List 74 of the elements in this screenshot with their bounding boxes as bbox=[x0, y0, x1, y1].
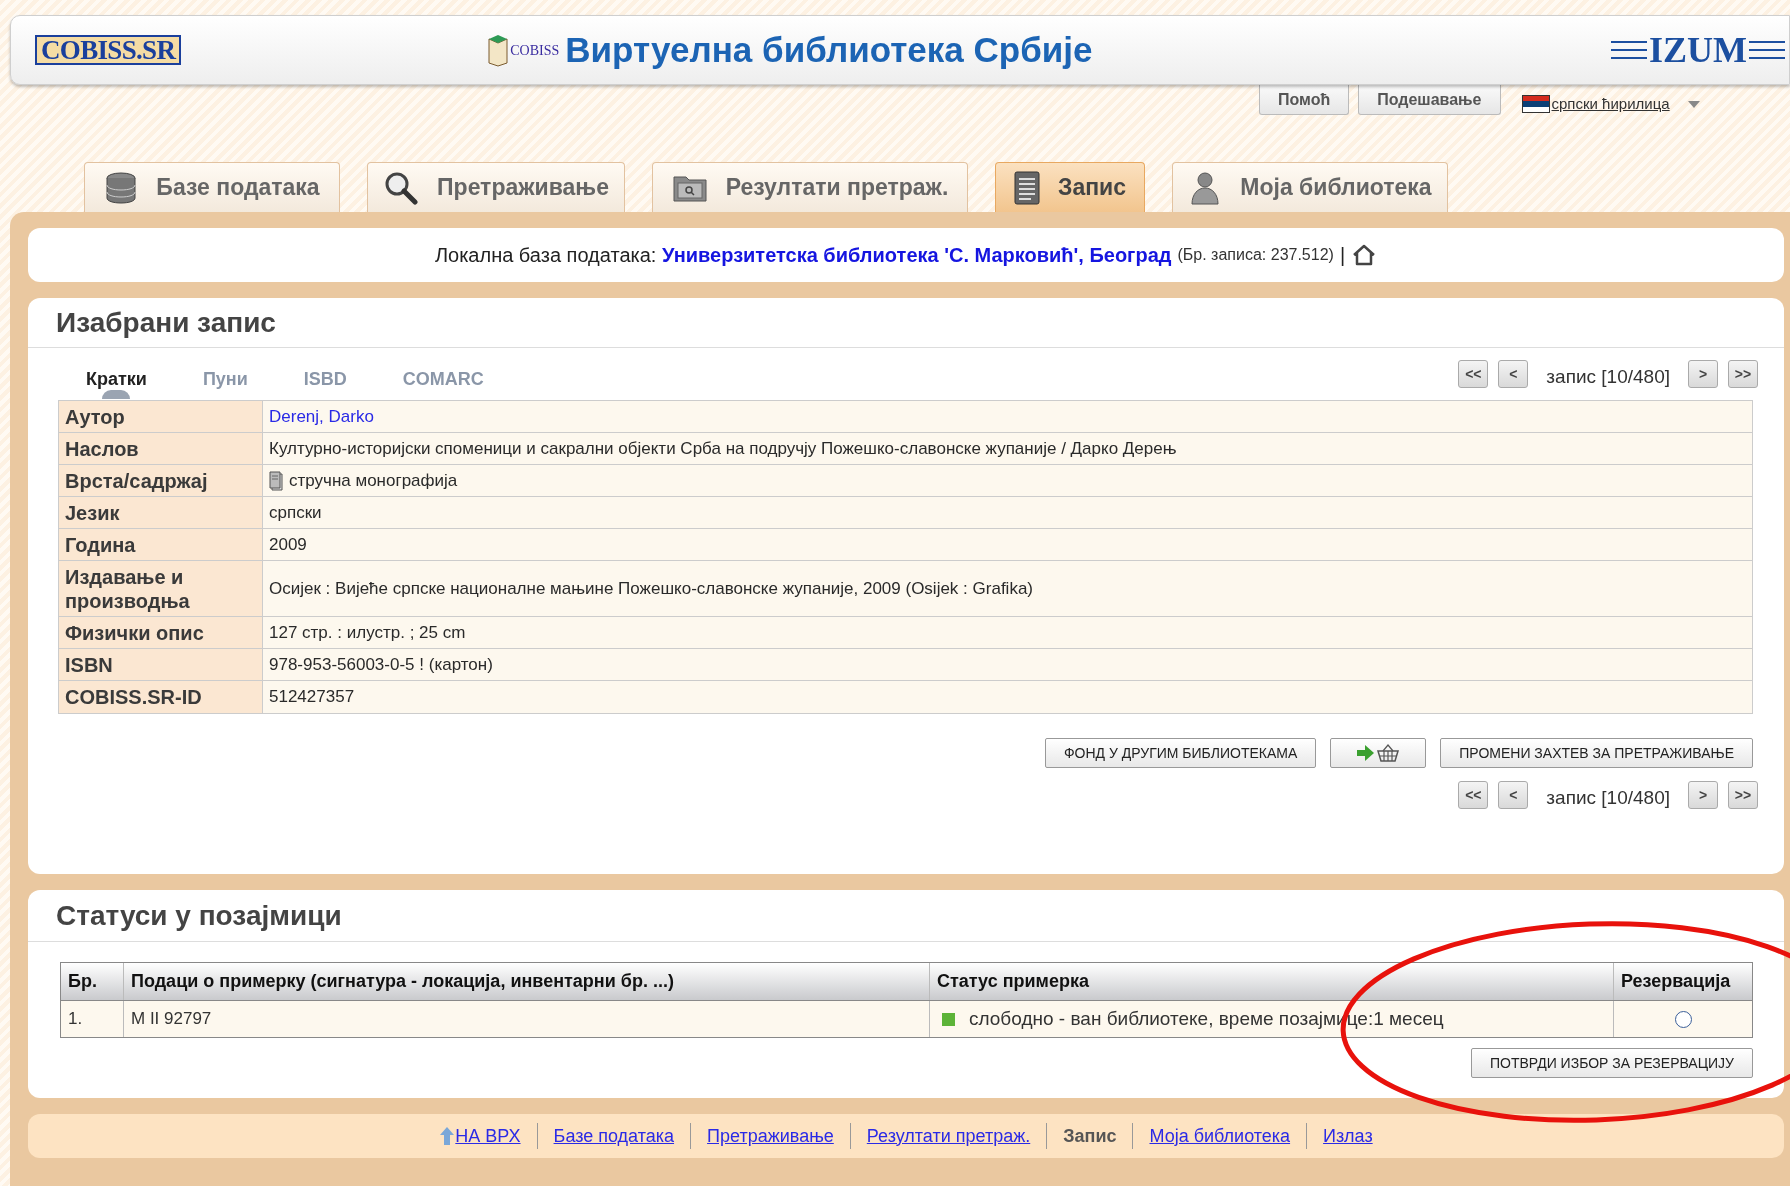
field-label: Година bbox=[59, 529, 263, 560]
search-icon bbox=[383, 170, 420, 205]
field-value: 127 стр. : илустр. ; 25 cm bbox=[269, 621, 466, 644]
izum-logo[interactable]: IZUM bbox=[1611, 32, 1785, 68]
cobiss-emblem: COBISS bbox=[487, 33, 560, 67]
field-label: Издавање и производња bbox=[59, 561, 263, 616]
panel-title: Изабрани запис bbox=[56, 305, 276, 340]
field-label: Језик bbox=[59, 497, 263, 528]
pager-button[interactable]: << bbox=[1458, 360, 1489, 388]
field-value: Културно-историјски споменици и сакрални објекти Срба на подручју Пожешко-славонске жупаније / Дарко Дерењ bbox=[269, 437, 1177, 460]
record-count: (Бр. записа: 237.512) bbox=[1177, 245, 1334, 265]
column-header: Подаци о примерку (сигнатура - локација, инвентарни бр. ...) bbox=[123, 963, 929, 1000]
cobiss-logo[interactable]: COBISS.SR bbox=[35, 35, 182, 65]
main-tab[interactable]: Резултати претраж. bbox=[652, 162, 968, 212]
modify-search-button[interactable]: ПРОМЕНИ ЗАХТЕВ ЗА ПРЕТРАЖИВАЊЕ bbox=[1440, 738, 1753, 768]
library-link[interactable]: Универзитетска библиотека 'С. Марковић', Београд bbox=[661, 244, 1172, 266]
document-icon bbox=[1014, 170, 1040, 205]
field-label: ISBN bbox=[59, 649, 263, 680]
pager-button[interactable]: < bbox=[1498, 781, 1529, 810]
site-title: Виртуелна библиотека Србије bbox=[565, 28, 1093, 71]
pager-button[interactable]: > bbox=[1688, 360, 1718, 388]
flag-icon bbox=[1521, 95, 1550, 114]
main-tab[interactable]: Запис bbox=[995, 162, 1145, 212]
record-position: запис [10/480] bbox=[1546, 786, 1670, 810]
footer-link[interactable]: Базе података bbox=[553, 1122, 675, 1150]
confirm-reservation-button[interactable]: ПОТВРДИ ИЗБОР ЗА РЕЗЕРВАЦИЈУ bbox=[1470, 1048, 1753, 1078]
pager-button[interactable]: << bbox=[1458, 781, 1489, 810]
selected-tab-marker bbox=[102, 390, 131, 399]
field-value: 2009 bbox=[269, 533, 307, 556]
main-tab[interactable]: Претраживање bbox=[367, 162, 625, 212]
database-icon bbox=[104, 170, 139, 205]
field-label: Аутор bbox=[59, 401, 263, 432]
author-link[interactable]: Derenj, Darko bbox=[269, 403, 374, 430]
footer-link[interactable]: НА ВРХ bbox=[455, 1122, 521, 1150]
field-label: COBISS.SR-ID bbox=[59, 681, 263, 713]
record-position: запис [10/480] bbox=[1546, 364, 1670, 389]
arrow-basket-icon bbox=[1356, 743, 1401, 763]
pager-button[interactable]: >> bbox=[1728, 781, 1758, 810]
field-value: 512427357 bbox=[269, 686, 355, 709]
main-tab[interactable]: Базе података bbox=[84, 162, 340, 212]
column-header: Резервација bbox=[1613, 963, 1752, 1000]
field-label: Наслов bbox=[59, 433, 263, 464]
field-value: 978-953-56003-0-5 ! (картон) bbox=[269, 653, 493, 676]
footer-current-page: Запис bbox=[1063, 1124, 1117, 1148]
main-tab[interactable]: Моја библиотека bbox=[1172, 162, 1448, 212]
language-link[interactable]: српски ћирилица bbox=[1551, 93, 1670, 116]
add-to-basket-button[interactable] bbox=[1330, 738, 1427, 768]
view-tab[interactable]: Кратки bbox=[58, 359, 175, 399]
table-cell-text: 1. bbox=[67, 1008, 84, 1031]
pager-button[interactable]: < bbox=[1498, 360, 1529, 388]
field-label: Физички опис bbox=[59, 617, 263, 648]
top-menu-button[interactable]: Помоћ bbox=[1259, 85, 1350, 115]
footer-link[interactable]: Моја библиотека bbox=[1149, 1122, 1291, 1150]
reservation-radio[interactable] bbox=[1674, 1010, 1692, 1028]
field-value: Осијек : Вијеће српске националне мањине Пожешко-славонске жупаније, 2009 (Osijek : Grafika) bbox=[269, 577, 1033, 600]
dropdown-caret-icon[interactable] bbox=[1687, 100, 1700, 108]
field-label: Врста/садржај bbox=[59, 465, 263, 496]
separator-text: | bbox=[1339, 243, 1346, 268]
up-arrow-icon bbox=[439, 1126, 456, 1146]
footer-link[interactable]: Претраживање bbox=[707, 1122, 834, 1150]
footer-link[interactable]: Излаз bbox=[1323, 1122, 1373, 1150]
field-value: српски bbox=[269, 501, 322, 524]
book-icon bbox=[269, 470, 285, 491]
pager-button[interactable]: >> bbox=[1728, 360, 1758, 388]
database-info: Локална база података: Универзитетска библиотека 'С. Марковић', Београд bbox=[434, 243, 1172, 268]
panel-title: Статуси у позајмици bbox=[56, 898, 342, 933]
holdings-button[interactable]: ФОНД У ДРУГИМ БИБЛИОТЕКАМА bbox=[1044, 738, 1317, 768]
footer-link[interactable]: Резултати претраж. bbox=[866, 1122, 1031, 1150]
column-header: Статус примерка bbox=[929, 963, 1613, 1000]
column-header: Бр. bbox=[67, 970, 98, 993]
pager-button[interactable]: > bbox=[1688, 781, 1718, 810]
top-menu-button[interactable]: Подешавање bbox=[1358, 85, 1501, 115]
field-value: стручна монографија bbox=[289, 469, 458, 492]
table-cell: M II 92797 bbox=[123, 1001, 929, 1037]
